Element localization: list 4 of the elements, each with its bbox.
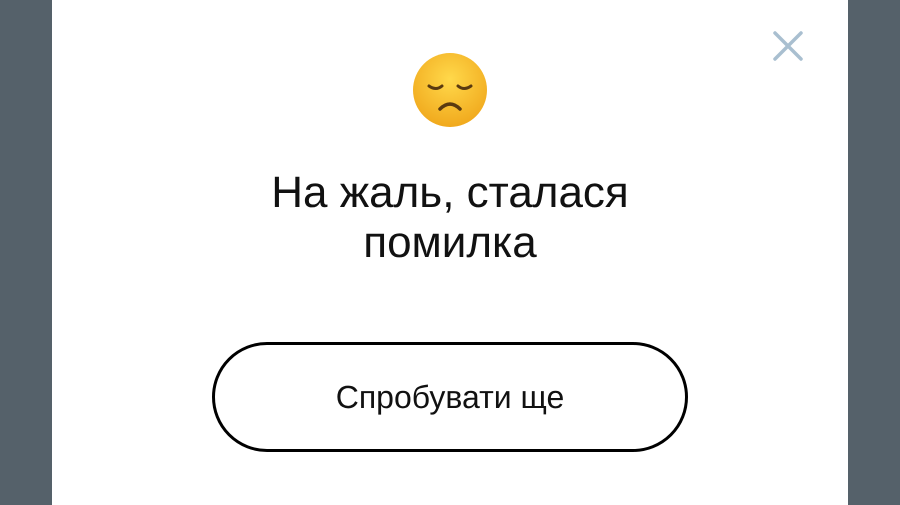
retry-button[interactable]: Спробувати ще — [212, 342, 688, 452]
error-title: На жаль, сталася помилка — [270, 168, 630, 268]
close-icon[interactable] — [772, 30, 804, 62]
sad-face-icon — [412, 52, 488, 128]
